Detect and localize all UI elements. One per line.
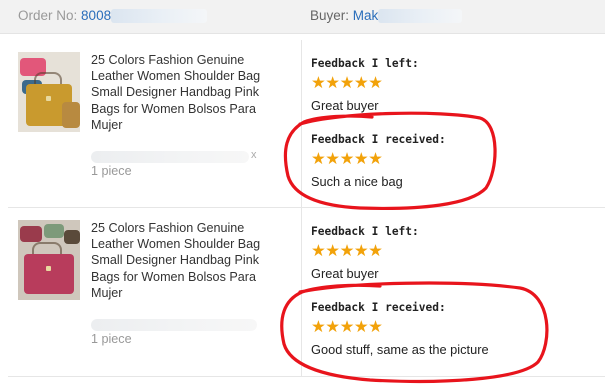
column-divider [301, 208, 302, 376]
order-item-row: 25 Colors Fashion Genuine Leather Women … [8, 40, 605, 208]
product-title-link[interactable]: 25 Colors Fashion Genuine Leather Women … [91, 220, 271, 301]
order-header: Order No: 8008 Buyer: Mak [0, 0, 605, 34]
order-item-row: 25 Colors Fashion Genuine Leather Women … [8, 208, 605, 376]
quantity: 1 piece [91, 164, 132, 178]
product-title-link[interactable]: 25 Colors Fashion Genuine Leather Women … [91, 52, 271, 133]
redacted-order-number [111, 9, 208, 24]
feedback-left-stars: ★★★★★ [311, 242, 383, 260]
order-number: Order No: 8008 [18, 8, 208, 24]
sku-info: x [91, 149, 286, 164]
product-thumbnail[interactable] [18, 220, 80, 300]
quantity: 1 piece [91, 332, 132, 346]
redacted-sku [91, 319, 257, 331]
feedback-received-label: Feedback I received: [311, 133, 446, 146]
feedback-left-text: Great buyer [311, 98, 379, 113]
product-thumbnail[interactable] [18, 52, 80, 132]
feedback-received-text: Good stuff, same as the picture [311, 342, 489, 357]
feedback-left-label: Feedback I left: [311, 225, 419, 238]
feedback-received-stars: ★★★★★ [311, 150, 383, 168]
feedback-left-stars: ★★★★★ [311, 74, 383, 92]
sku-info [91, 317, 286, 332]
sku-suffix: x [251, 149, 257, 161]
feedback-left-text: Great buyer [311, 266, 379, 281]
order-no-link[interactable]: 8008 [81, 8, 111, 23]
buyer-info: Buyer: Mak [310, 8, 463, 24]
feedback-received-stars: ★★★★★ [311, 318, 383, 336]
buyer-name-link[interactable]: Mak [353, 8, 379, 23]
row-divider [8, 376, 605, 377]
feedback-received-text: Such a nice bag [311, 174, 403, 189]
column-divider [301, 40, 302, 208]
buyer-label: Buyer: [310, 8, 350, 23]
feedback-received-label: Feedback I received: [311, 301, 446, 314]
order-no-label: Order No: [18, 8, 78, 23]
feedback-left-label: Feedback I left: [311, 57, 419, 70]
redacted-buyer-name [378, 9, 463, 24]
redacted-sku [91, 151, 249, 163]
